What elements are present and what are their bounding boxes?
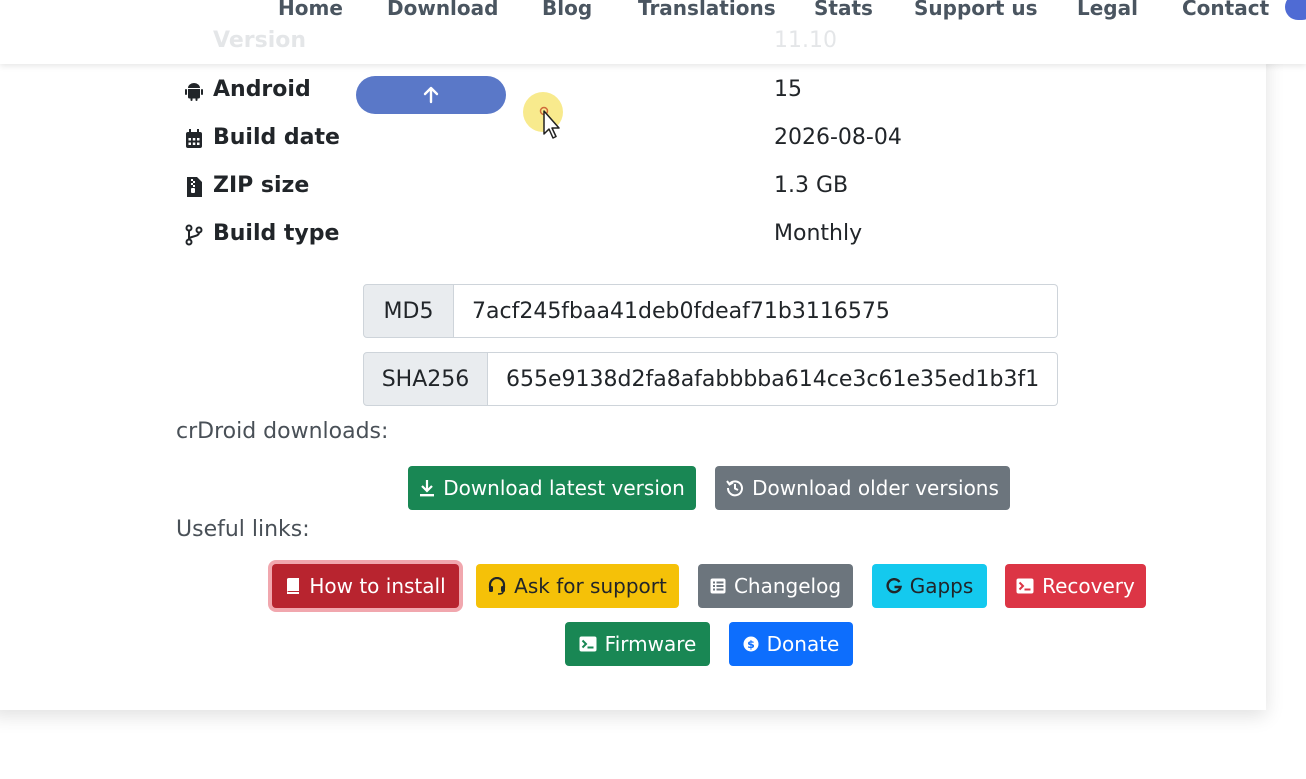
android-value: 15 [774,77,802,102]
useful-links-title: Useful links: [176,517,310,542]
android-icon [185,83,203,101]
book-icon [287,577,300,594]
version-row-label: Version [213,28,307,53]
arrow-up-icon [423,86,439,104]
download-older-button[interactable]: Download older versions [715,466,1010,510]
nav-stats[interactable]: Stats [814,0,873,20]
md5-group: MD5 [363,284,1058,338]
scroll-top-button[interactable] [356,76,506,114]
how-to-install-button[interactable]: How to install [272,564,459,608]
nav-translations[interactable]: Translations [638,0,776,20]
nav-legal[interactable]: Legal [1077,0,1138,20]
ask-support-label: Ask for support [514,574,667,598]
md5-field[interactable] [454,284,1058,338]
nav-download[interactable]: Download [387,0,498,20]
gapps-button[interactable]: Gapps [872,564,987,608]
build-type-label: Build type [213,221,340,246]
zip-size-label: ZIP size [213,173,310,198]
mouse-cursor-icon [539,106,560,139]
calendar-icon [186,129,202,148]
list-icon [710,578,726,594]
sha256-field[interactable] [488,352,1058,406]
version-row-value: 11.10 [774,28,837,53]
terminal-icon [1016,578,1034,594]
changelog-label: Changelog [733,574,842,598]
download-icon [420,480,435,497]
headset-icon [489,577,506,595]
terminal-icon [579,636,597,652]
firmware-label: Firmware [604,632,697,656]
donate-label: Donate [766,632,840,656]
nav-support-us[interactable]: Support us [914,0,1038,20]
svg-text:$: $ [747,638,755,651]
dollar-coin-icon: $ [743,636,759,652]
nav-blog[interactable]: Blog [542,0,592,20]
google-icon [886,578,902,594]
nav-contact[interactable]: Contact [1182,0,1269,20]
md5-label: MD5 [363,284,454,338]
android-label: Android [213,77,311,102]
ask-support-button[interactable]: Ask for support [476,564,679,608]
gapps-label: Gapps [909,574,974,598]
how-to-install-label: How to install [309,574,446,598]
build-date-label: Build date [213,125,340,150]
zip-size-value: 1.3 GB [774,173,849,198]
build-type-value: Monthly [774,221,863,246]
download-older-label: Download older versions [752,476,999,500]
theme-toggle[interactable] [1285,0,1306,20]
download-latest-button[interactable]: Download latest version [408,466,696,510]
nav-home[interactable]: Home [278,0,343,20]
changelog-button[interactable]: Changelog [698,564,853,608]
history-icon [726,480,744,497]
sha256-label: SHA256 [363,352,488,406]
build-date-value: 2026-08-04 [774,125,902,150]
zip-file-icon [187,177,202,197]
download-latest-label: Download latest version [443,476,685,500]
downloads-title: crDroid downloads: [176,419,389,444]
sha256-group: SHA256 [363,352,1058,406]
firmware-button[interactable]: Firmware [565,622,710,666]
recovery-button[interactable]: Recovery [1005,564,1146,608]
donate-button[interactable]: $ Donate [729,622,853,666]
branch-icon [185,224,203,246]
recovery-label: Recovery [1042,574,1135,598]
